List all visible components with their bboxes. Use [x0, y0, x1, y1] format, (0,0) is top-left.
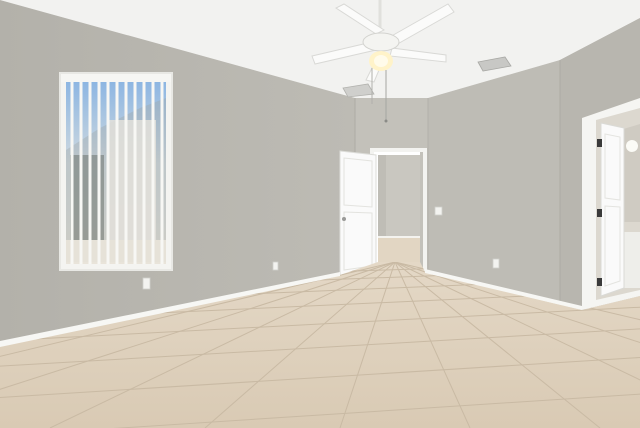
door-hinge-bottom [597, 278, 602, 286]
wall-outlet-middle [272, 261, 279, 271]
light-switch [434, 206, 443, 216]
empty-room-scene [0, 0, 640, 428]
vanity-light [626, 140, 638, 152]
window [59, 72, 173, 271]
bathroom-door [597, 122, 625, 297]
wall-outlet-left [142, 277, 151, 290]
hallway-door [339, 150, 377, 279]
hallway [378, 155, 420, 272]
door-knob [342, 217, 346, 221]
wall-outlet-right [492, 258, 500, 269]
door-hinge-middle [597, 209, 602, 217]
fan-motor [362, 32, 400, 52]
door-hinge-top [597, 139, 602, 147]
